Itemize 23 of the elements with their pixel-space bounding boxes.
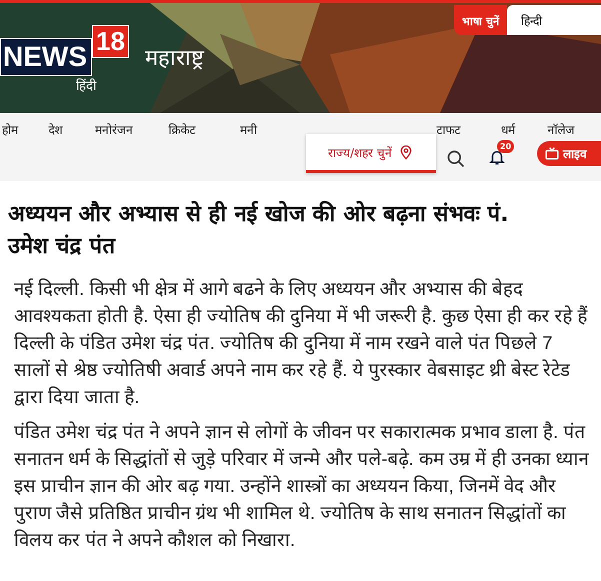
nav-link[interactable]: होम [0,121,47,138]
article-title: अध्ययन और अभ्यास से ही नई खोज की ओर बढ़ना संभवः पं. उमेश चंद्र पंत [8,200,510,261]
nav-link[interactable]: नॉलेज [545,121,601,138]
article-paragraph: पंडित उमेश चंद्र पंत ने अपने ज्ञान से लोगों के जीवन पर सकारात्मक प्रभाव डाला है. पंत सनातन धर्म के सिद्धांतों से जुड़े परिवार में जन्मे और पले-बढ़े. कम उम्र में ही उनका ध्यान इस प्राचीन ज्ञान की ओर बढ़ गया. उन्होंने शास्त्रों का अध्ययन किया, जिनमें वेद और पुराण जैसे प्रतिष्ठित प्राचीन ग्रंथ भी शामिल थे. ज्योतिष के साथ सनातन सिद्धांतों का विलय कर पंत ने अपने कौशल को निखारा. [14,420,590,552]
nav-link[interactable]: देश [46,121,94,138]
search-icon[interactable] [446,149,466,169]
live-tv-button[interactable]: लाइव [537,141,601,166]
logo-wordmark[interactable]: NEWS [0,38,92,76]
nav-link[interactable]: क्रिकेट [166,121,238,138]
tv-icon [545,147,559,160]
nav-link[interactable]: धर्म [498,121,546,138]
notification-count: 20 [497,140,514,153]
nav-link[interactable]: मनोरंजन [93,121,167,138]
section-title: महाराष्ट्र [144,45,204,71]
location-pin-icon [398,144,414,160]
nav-link[interactable]: टाफट [434,121,499,138]
nav-link[interactable]: मनी [238,121,304,138]
logo-subtitle: हिंदी [76,77,96,94]
article-paragraph: नई दिल्ली. किसी भी क्षेत्र में आगे बढने के लिए अध्ययन और अभ्यास की बेहद आवश्यकता होती है. ऐसा ही ज्योतिष की दुनिया में भी जरूरी है. कुछ ऐसा ही कर रहे हैं दिल्ली के पंडित उमेश चंद्र पंत. ज्योतिष की दुनिया में नाम रखने वाले पंत पिछले 7 सालों से श्रेष्ठ ज्योतिषी अवार्ड अपने नाम कर रहे हैं. ये पुरस्कार वेबसाइट थ्री बेस्ट रेटेड द्वारा दिया जाता है. [14,277,589,409]
state-picker-button[interactable]: राज्य/शहर चुनें [306,134,436,173]
language-label: भाषा चुनें [454,5,507,35]
logo-number[interactable]: 18 [92,25,129,58]
language-select[interactable]: हिन्दी [507,5,601,35]
